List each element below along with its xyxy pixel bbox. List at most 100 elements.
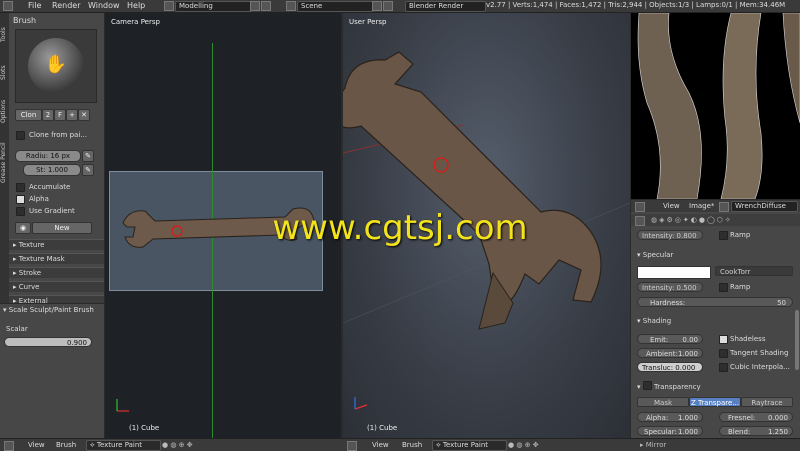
operator-panel: ▾ Scale Sculpt/Paint Brush Scalar 0.900 bbox=[0, 303, 104, 439]
alpha-field-value: 1.000 bbox=[677, 414, 698, 422]
specular-panel-title[interactable]: ▾ Specular bbox=[637, 251, 673, 259]
mode-left-label: Texture Paint bbox=[96, 441, 143, 449]
uv-image-editor[interactable] bbox=[631, 12, 800, 200]
editor-type-icon[interactable] bbox=[3, 1, 13, 11]
axis-gizmo-icon bbox=[116, 399, 129, 412]
blend-field[interactable]: Blend: 1.250 bbox=[719, 426, 793, 436]
operator-title-label: Scale Sculpt/Paint Brush bbox=[8, 306, 94, 314]
transparency-ztransp-tab[interactable]: Z Transpare... bbox=[689, 397, 741, 407]
scene-selector[interactable]: Scene bbox=[297, 1, 374, 12]
emit-field[interactable]: Emit: 0.00 bbox=[637, 334, 703, 344]
shading-icons-left[interactable]: ● ◍ ⊕ ✥ bbox=[162, 441, 193, 449]
hardness-label: Hardness: bbox=[650, 299, 686, 307]
remove-brush-icon[interactable]: ✕ bbox=[78, 109, 90, 121]
tab-options[interactable]: Options bbox=[0, 93, 9, 129]
strength-pressure-icon[interactable]: ✎ bbox=[82, 164, 94, 176]
render-engine-selector[interactable]: Blender Render bbox=[405, 1, 486, 12]
brush-users[interactable]: 2 bbox=[42, 109, 54, 121]
panel-curve[interactable]: ▸ Curve bbox=[9, 281, 104, 292]
fake-user-button[interactable]: F bbox=[54, 109, 66, 121]
hardness-field[interactable]: Hardness: 50 bbox=[637, 297, 793, 307]
user-viewport-object: (1) Cube bbox=[367, 424, 398, 432]
specular-alpha-field[interactable]: Specular: 1.000 bbox=[637, 426, 703, 436]
mode-selector-left[interactable]: ⟡ Texture Paint bbox=[86, 440, 161, 451]
emit-label: Emit: bbox=[650, 336, 669, 344]
alpha-checkbox[interactable] bbox=[16, 195, 25, 204]
mirror-panel-title[interactable]: ▸ Mirror bbox=[640, 441, 666, 449]
properties-scrollbar[interactable] bbox=[795, 310, 799, 370]
tab-grease-pencil[interactable]: Grease Pencil bbox=[0, 135, 9, 191]
accumulate-checkbox[interactable] bbox=[16, 183, 25, 192]
tab-slots[interactable]: Slots bbox=[0, 59, 9, 87]
operator-title[interactable]: ▾ Scale Sculpt/Paint Brush bbox=[3, 306, 94, 314]
tab-tools[interactable]: Tools bbox=[0, 17, 9, 53]
scene-add-icon[interactable] bbox=[372, 1, 382, 11]
alpha-label: Alpha bbox=[29, 195, 49, 203]
view-menu-right[interactable]: View bbox=[372, 441, 389, 449]
specular-intensity-field[interactable]: Intensity: 0.500 bbox=[637, 282, 703, 292]
scalar-field[interactable]: 0.900 bbox=[4, 337, 92, 347]
shading-title-label: Shading bbox=[642, 317, 672, 325]
tangent-shading-label: Tangent Shading bbox=[730, 349, 789, 357]
alpha-field[interactable]: Alpha: 1.000 bbox=[637, 412, 703, 422]
transparency-checkbox[interactable] bbox=[642, 381, 652, 390]
transparency-panel-title[interactable]: ▾ Transparency bbox=[637, 380, 701, 391]
shading-panel-title[interactable]: ▾ Shading bbox=[637, 317, 671, 325]
radius-pressure-icon[interactable]: ✎ bbox=[82, 150, 94, 162]
watermark-text: www.cgtsj.com bbox=[272, 208, 528, 248]
panel-texture-mask[interactable]: ▸ Texture Mask bbox=[9, 253, 104, 264]
strength-slider[interactable]: St: 1.000 bbox=[23, 164, 81, 176]
panel-stroke-label: Stroke bbox=[18, 269, 42, 277]
blend-value: 1.250 bbox=[767, 428, 788, 436]
mode-right-label: Texture Paint bbox=[442, 441, 489, 449]
shading-icons-right[interactable]: ● ◍ ⊕ ✥ bbox=[508, 441, 539, 449]
blend-label: Blend: bbox=[728, 428, 751, 436]
cubic-interpolation-checkbox[interactable] bbox=[719, 363, 728, 372]
accumulate-label: Accumulate bbox=[29, 183, 71, 191]
axis-gizmo-icon-user bbox=[354, 397, 368, 410]
transparency-mask-tab[interactable]: Mask bbox=[637, 397, 689, 407]
add-brush-icon[interactable]: + bbox=[66, 109, 78, 121]
alpha-field-label: Alpha: bbox=[646, 414, 669, 422]
ambient-value: 1.000 bbox=[677, 350, 698, 358]
bottom-header-bar: View Brush ⟡ Texture Paint ● ◍ ⊕ ✥ View … bbox=[0, 438, 800, 451]
scene-close-icon[interactable] bbox=[383, 1, 393, 11]
clone-from-paint-checkbox[interactable] bbox=[16, 131, 25, 140]
brush-name-field[interactable]: Clon bbox=[15, 109, 42, 121]
layout-icon[interactable] bbox=[164, 1, 174, 11]
view-menu[interactable]: View bbox=[28, 441, 45, 449]
ambient-label: Ambient: bbox=[646, 350, 678, 358]
transparency-raytrace-tab[interactable]: Raytrace bbox=[741, 397, 793, 407]
specular-shader-selector[interactable]: CookTorr bbox=[715, 266, 793, 276]
menu-render[interactable]: Render bbox=[52, 1, 80, 10]
specular-color-swatch[interactable] bbox=[637, 266, 711, 279]
scene-stats: v2.77 | Verts:1,474 | Faces:1,472 | Tris… bbox=[486, 1, 786, 9]
shadeless-label: Shadeless bbox=[730, 335, 766, 343]
brush-panel-title[interactable]: Brush bbox=[13, 16, 36, 25]
translucency-field[interactable]: Transluc: 0.000 bbox=[637, 362, 703, 372]
menu-window[interactable]: Window bbox=[88, 1, 120, 10]
layout-selector[interactable]: Modelling bbox=[175, 1, 252, 12]
tangent-shading-checkbox[interactable] bbox=[719, 349, 728, 358]
menu-file[interactable]: File bbox=[28, 1, 41, 10]
scene-icon[interactable] bbox=[286, 1, 296, 11]
brush-menu-right[interactable]: Brush bbox=[402, 441, 422, 449]
fresnel-field[interactable]: Fresnel: 0.000 bbox=[719, 412, 793, 422]
radius-slider[interactable]: Radiu: 16 px bbox=[15, 150, 81, 162]
brush-menu[interactable]: Brush bbox=[56, 441, 76, 449]
panel-curve-label: Curve bbox=[18, 283, 40, 291]
layout-close-icon[interactable] bbox=[261, 1, 271, 11]
hardness-value: 50 bbox=[777, 299, 786, 307]
clone-from-paint-label: Clone from pai... bbox=[29, 131, 87, 139]
specular-title-label: Specular bbox=[642, 251, 674, 259]
emit-value: 0.00 bbox=[682, 336, 698, 344]
mode-selector-right[interactable]: ⟡ Texture Paint bbox=[432, 440, 507, 451]
ambient-field[interactable]: Ambient: 1.000 bbox=[637, 348, 703, 358]
specular-ramp-checkbox[interactable] bbox=[719, 283, 728, 292]
menu-help[interactable]: Help bbox=[127, 1, 145, 10]
panel-stroke[interactable]: ▸ Stroke bbox=[9, 267, 104, 278]
shadeless-checkbox[interactable] bbox=[719, 335, 728, 344]
layout-add-icon[interactable] bbox=[250, 1, 260, 11]
brush-preview[interactable]: ✋ bbox=[15, 29, 97, 103]
wrench-shape-3d bbox=[343, 51, 602, 330]
